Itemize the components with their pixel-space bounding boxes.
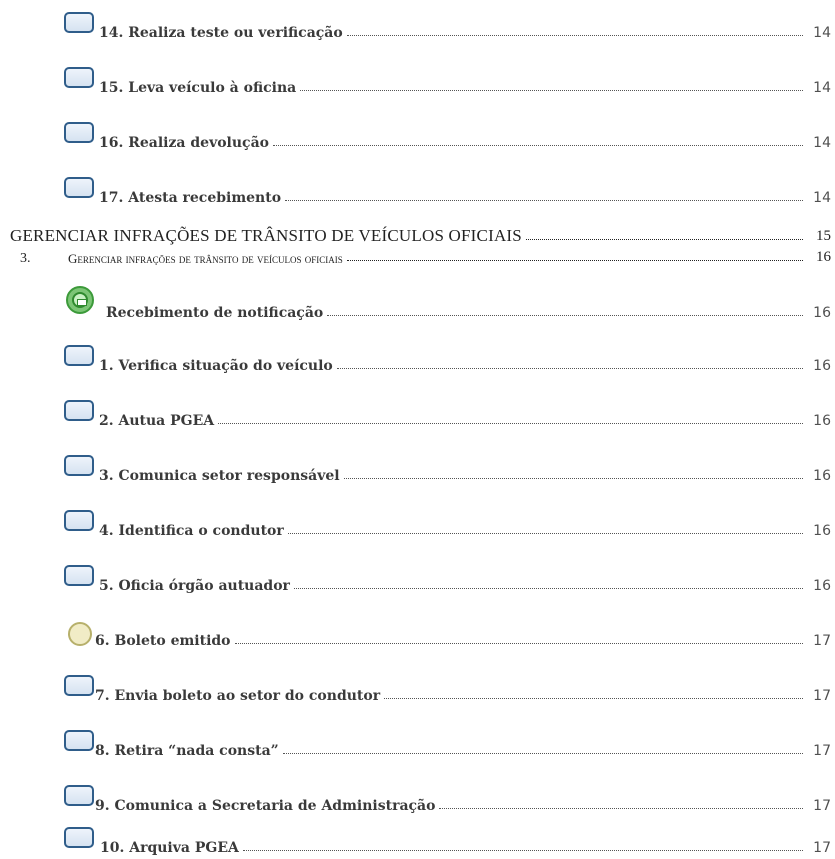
dot-leader (234, 642, 803, 644)
table-of-contents: 14. Realiza teste ou verificação 14 15. … (0, 0, 835, 859)
toc-entry-16[interactable]: 16. Realiza devolução 14 (0, 122, 835, 152)
toc-entry-9[interactable]: 9. Comunica a Secretaria de Administraçã… (0, 785, 835, 815)
toc-entry-1[interactable]: 1. Verifica situação do veículo 16 (0, 345, 835, 375)
task-icon (64, 67, 94, 88)
dot-leader (272, 144, 803, 146)
task-icon (64, 12, 94, 33)
dot-leader (300, 89, 803, 91)
toc-entry-label: 1. Verifica situação do veículo (99, 358, 333, 374)
toc-page-number: 14 (813, 135, 831, 151)
toc-page-number: 14 (813, 25, 831, 41)
toc-heading-label: Gerenciar infrações de trânsito de veícu… (68, 251, 343, 266)
toc-entry-label: 10. Arquiva PGEA (100, 840, 239, 856)
toc-entry-label: 9. Comunica a Secretaria de Administraçã… (95, 798, 436, 814)
toc-entry-label: 3. Comunica setor responsável (99, 468, 340, 484)
dot-leader (287, 532, 803, 534)
task-icon (64, 122, 94, 143)
dot-leader (218, 422, 803, 424)
toc-page-number: 17 (813, 633, 831, 649)
toc-entry-label: 2. Autua PGEA (99, 413, 215, 429)
dot-leader (242, 849, 803, 851)
dot-leader (343, 477, 803, 479)
toc-entry-label: Recebimento de notificação (106, 305, 324, 321)
toc-entry-15[interactable]: 15. Leva veículo à oficina 14 (0, 67, 835, 97)
toc-entry-7[interactable]: 7. Envia boleto ao setor do condutor 17 (0, 675, 835, 705)
toc-page-number: 17 (813, 688, 831, 704)
toc-page-number: 17 (813, 798, 831, 814)
toc-heading-2[interactable]: 3. Gerenciar infrações de trânsito de ve… (0, 243, 835, 267)
dot-leader (293, 587, 803, 589)
toc-entry-3[interactable]: 3. Comunica setor responsável 16 (0, 455, 835, 485)
toc-page-number: 16 (813, 358, 831, 374)
task-icon (64, 177, 94, 198)
toc-page-number: 14 (813, 80, 831, 96)
dot-leader (346, 34, 803, 36)
intermediate-event-icon (68, 622, 92, 646)
toc-entry-5[interactable]: 5. Oficia órgão autuador 16 (0, 565, 835, 595)
toc-entry-17[interactable]: 17. Atesta recebimento 14 (0, 177, 835, 207)
task-icon (64, 455, 94, 476)
toc-entry-label: 5. Oficia órgão autuador (99, 578, 290, 594)
toc-page-number: 16 (813, 413, 831, 429)
toc-entry-10[interactable]: 10. Arquiva PGEA 17 (0, 827, 835, 857)
task-icon (64, 510, 94, 531)
toc-entry-label: 6. Boleto emitido (95, 633, 231, 649)
toc-entry-8[interactable]: 8. Retira “nada consta” 17 (0, 730, 835, 760)
toc-page-number: 16 (816, 249, 831, 265)
toc-page-number: 17 (813, 743, 831, 759)
toc-page-number: 16 (813, 305, 831, 321)
toc-entry-label: 17. Atesta recebimento (99, 190, 282, 206)
toc-entry-label: 4. Identifica o condutor (99, 523, 284, 539)
task-icon (64, 675, 94, 696)
toc-page-number: 16 (813, 468, 831, 484)
toc-heading-1[interactable]: GERENCIAR INFRAÇÕES DE TRÂNSITO DE VEÍCU… (0, 218, 835, 246)
dot-leader (327, 314, 803, 316)
toc-entry-label: 8. Retira “nada consta” (95, 743, 279, 759)
toc-entry-14[interactable]: 14. Realiza teste ou verificação 14 (0, 12, 835, 42)
dot-leader (439, 807, 803, 809)
task-icon (64, 345, 94, 366)
task-icon (64, 785, 94, 806)
toc-entry-label: 15. Leva veículo à oficina (99, 80, 297, 96)
toc-page-number: 16 (813, 578, 831, 594)
task-icon (64, 827, 94, 848)
toc-entry-label: 16. Realiza devolução (99, 135, 269, 151)
toc-section-number: 3. (20, 251, 31, 266)
task-icon (64, 565, 94, 586)
toc-entry-label: 14. Realiza teste ou verificação (99, 25, 343, 41)
task-icon (64, 730, 94, 751)
dot-leader (384, 697, 803, 699)
toc-entry-2[interactable]: 2. Autua PGEA 16 (0, 400, 835, 430)
task-icon (64, 400, 94, 421)
toc-entry-6[interactable]: 6. Boleto emitido 17 (0, 620, 835, 650)
dot-leader (525, 238, 803, 240)
toc-page-number: 14 (813, 190, 831, 206)
dot-leader (336, 367, 803, 369)
dot-leader (282, 752, 803, 754)
message-start-event-icon (66, 286, 94, 314)
toc-entry-label: 7. Envia boleto ao setor do condutor (95, 688, 381, 704)
toc-page-number: 17 (813, 840, 831, 856)
toc-entry-recebimento[interactable]: Recebimento de notificação 16 (0, 286, 835, 322)
toc-page-number: 16 (813, 523, 831, 539)
toc-entry-4[interactable]: 4. Identifica o condutor 16 (0, 510, 835, 540)
dot-leader (346, 259, 803, 261)
dot-leader (285, 199, 803, 201)
